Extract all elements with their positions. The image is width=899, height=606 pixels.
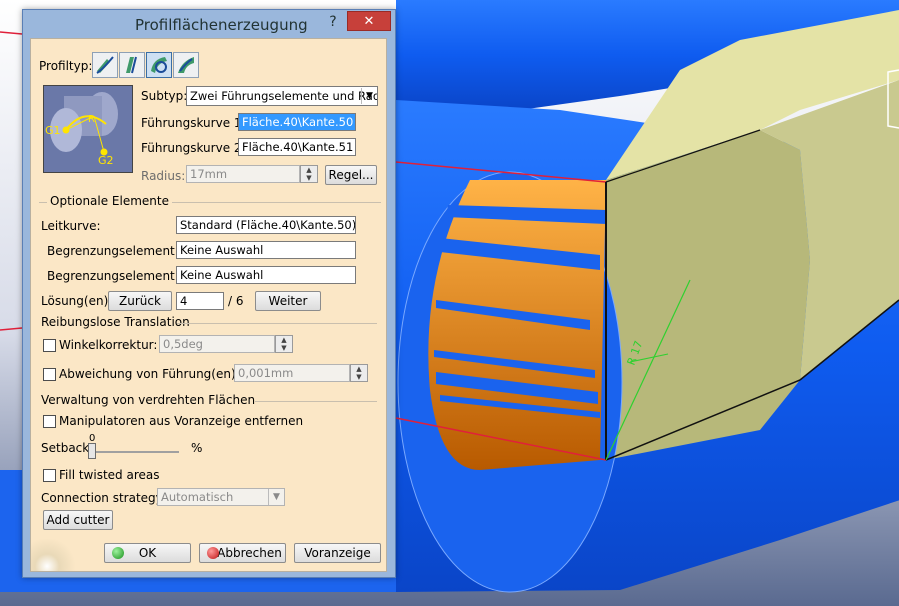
deviation-label: Abweichung von Führung(en): — [59, 367, 240, 381]
angular-correction-field[interactable]: 0,5deg — [159, 335, 275, 353]
smooth-divider — [177, 323, 377, 324]
spin-down-icon[interactable]: ▼ — [276, 344, 292, 352]
subtype-label: Subtyp: — [141, 89, 188, 103]
profile-preview-image: G1 G2 R — [43, 85, 133, 173]
twisted-legend: Verwaltung von verdrehten Flächen — [41, 393, 256, 407]
deviation-spinner[interactable]: ▲ ▼ — [350, 364, 368, 382]
deviation-value: 0,001mm — [238, 366, 294, 380]
spine-value: Standard (Fläche.40\Kante.50) — [180, 218, 356, 232]
subtype-value: Zwei Führungselemente und Rad — [190, 89, 378, 103]
preview-label-g2: G2 — [98, 154, 114, 167]
preview-label-r: R — [88, 114, 95, 125]
spin-up-icon[interactable]: ▲ — [351, 365, 367, 373]
deviation-checkbox[interactable] — [43, 368, 56, 381]
title-bar[interactable]: Profilflächenerzeugung ? ✕ — [23, 10, 395, 37]
law-button[interactable]: Regel... — [325, 165, 377, 185]
angular-correction-label: Winkelkorrektur: — [59, 338, 158, 352]
relimiter-2-field[interactable]: Keine Auswahl — [176, 266, 356, 284]
solutions-label: Lösung(en): — [41, 294, 113, 308]
relimiter-1-field[interactable]: Keine Auswahl — [176, 241, 356, 259]
profile-type-explicit-button[interactable] — [92, 52, 118, 78]
spine-field[interactable]: Standard (Fläche.40\Kante.50) — [176, 216, 356, 234]
help-button[interactable]: ? — [323, 11, 343, 33]
spin-down-icon[interactable]: ▼ — [351, 373, 367, 381]
preview-button[interactable]: Voranzeige — [294, 543, 381, 563]
profile-type-line-button[interactable] — [119, 52, 145, 78]
subtype-combo[interactable]: Zwei Führungselemente und Rad ▼ — [186, 86, 378, 106]
profile-type-conic-button[interactable] — [173, 52, 199, 78]
profile-type-circle-button[interactable] — [146, 52, 172, 78]
angular-correction-checkbox[interactable] — [43, 339, 56, 352]
setback-unit: % — [191, 441, 203, 455]
solution-number-field[interactable]: 4 — [176, 292, 224, 310]
solution-total: / 6 — [228, 294, 244, 308]
relimiter-1-value: Keine Auswahl — [180, 243, 264, 257]
guide-curve-2-label: Führungskurve 2: — [141, 141, 246, 155]
deviation-field[interactable]: 0,001mm — [234, 364, 350, 382]
remove-manipulators-checkbox[interactable] — [43, 415, 56, 428]
guide-curve-1-value: Fläche.40\Kante.50 — [242, 115, 354, 129]
setback-slider-track[interactable] — [89, 451, 179, 453]
guide-curve-1-label: Führungskurve 1: — [141, 116, 246, 130]
cancel-icon — [207, 547, 219, 559]
spin-up-icon[interactable]: ▲ — [301, 166, 317, 174]
relimiter-2-label: Begrenzungselement 2: — [47, 269, 191, 283]
connection-strategy-value: Automatisch — [161, 490, 234, 504]
fill-twisted-label: Fill twisted areas — [59, 468, 160, 482]
profile-type-line-icon — [126, 56, 137, 74]
spin-up-icon[interactable]: ▲ — [276, 336, 292, 344]
angular-correction-spinner[interactable]: ▲ ▼ — [275, 335, 293, 353]
radius-value: 17mm — [190, 167, 228, 181]
guide-curve-2-value: Fläche.40\Kante.51 — [242, 140, 354, 154]
smooth-legend: Reibungslose Translation — [41, 315, 190, 329]
connection-strategy-label: Connection strategy: — [41, 491, 166, 505]
next-solution-button[interactable]: Weiter — [255, 291, 321, 311]
guide-curve-2-field[interactable]: Fläche.40\Kante.51 — [238, 138, 356, 156]
profile-type-explicit-icon — [96, 56, 114, 74]
ok-button[interactable]: OK — [104, 543, 191, 563]
spin-down-icon[interactable]: ▼ — [301, 174, 317, 182]
radius-field[interactable]: 17mm — [186, 165, 300, 183]
connection-strategy-combo[interactable]: Automatisch ▼ — [157, 488, 285, 506]
corner-logo — [31, 539, 77, 571]
remove-manipulators-label: Manipulatoren aus Voranzeige entfernen — [59, 414, 304, 428]
ok-icon — [112, 547, 124, 559]
profile-type-label: Profiltyp: — [39, 59, 93, 73]
spine-label: Leitkurve: — [41, 219, 101, 233]
profile-type-conic-icon — [178, 57, 194, 73]
previous-solution-button[interactable]: Zurück — [108, 291, 172, 311]
fill-twisted-checkbox[interactable] — [43, 469, 56, 482]
cancel-label: Abbrechen — [217, 546, 282, 560]
sweep-dialog: Profilflächenerzeugung ? ✕ Profiltyp: G1… — [22, 9, 396, 578]
radius-label: Radius: — [141, 169, 186, 183]
chevron-down-icon[interactable]: ▼ — [268, 489, 284, 505]
setback-slider-handle[interactable] — [88, 443, 96, 459]
preview-label-g1: G1 — [45, 124, 61, 137]
optional-legend: Optionale Elemente — [47, 194, 172, 208]
solution-number-value: 4 — [180, 294, 188, 308]
chevron-down-icon[interactable]: ▼ — [361, 88, 377, 104]
guide-curve-1-field[interactable]: Fläche.40\Kante.50 — [238, 113, 356, 131]
add-cutter-button[interactable]: Add cutter — [43, 510, 113, 530]
radius-spinner[interactable]: ▲ ▼ — [300, 165, 318, 183]
ok-label: OK — [138, 546, 157, 560]
profile-type-circle-icon — [151, 57, 167, 73]
twisted-divider — [255, 401, 377, 402]
relimiter-1-label: Begrenzungselement 1: — [47, 244, 191, 258]
close-button[interactable]: ✕ — [347, 11, 391, 31]
cancel-button[interactable]: Abbrechen — [199, 543, 286, 563]
angular-correction-value: 0,5deg — [163, 337, 203, 351]
relimiter-2-value: Keine Auswahl — [180, 268, 264, 282]
dialog-title: Profilflächenerzeugung — [135, 16, 308, 34]
dialog-body: Profiltyp: G1 G2 R Subtyp: Zwei Führungs… — [30, 38, 387, 572]
setback-label: Setback — [41, 441, 90, 455]
